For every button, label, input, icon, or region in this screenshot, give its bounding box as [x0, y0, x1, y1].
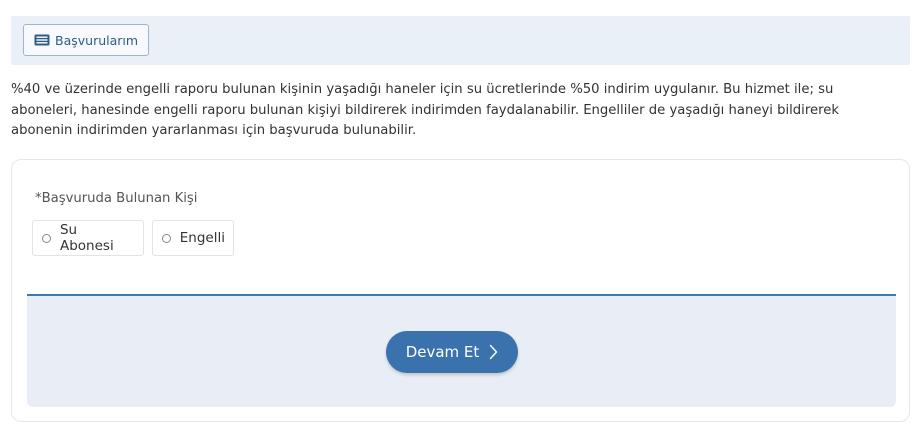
radio-circle-icon [42, 233, 51, 243]
application-form-card: *Başvuruda Bulunan Kişi Su Abonesi Engel… [11, 159, 910, 422]
my-applications-label: Başvurularım [55, 32, 139, 48]
form-actions-panel: Devam Et [27, 294, 896, 407]
radio-option-engelli[interactable]: Engelli [152, 220, 234, 256]
radio-option-label: Engelli [179, 230, 225, 246]
my-applications-button[interactable]: Başvurularım [23, 24, 150, 56]
list-card-icon [34, 34, 50, 46]
radio-option-su-abonesi[interactable]: Su Abonesi [32, 220, 144, 256]
applicant-field-label: *Başvuruda Bulunan Kişi [35, 191, 198, 206]
continue-button-label: Devam Et [405, 343, 480, 361]
info-description: %40 ve üzerinde engelli raporu bulunan k… [11, 82, 839, 138]
top-toolbar: Başvurularım [11, 16, 910, 65]
radio-circle-icon [162, 233, 171, 243]
chevron-right-icon [489, 344, 498, 360]
radio-option-label: Su Abonesi [59, 222, 114, 254]
continue-button[interactable]: Devam Et [386, 331, 518, 373]
